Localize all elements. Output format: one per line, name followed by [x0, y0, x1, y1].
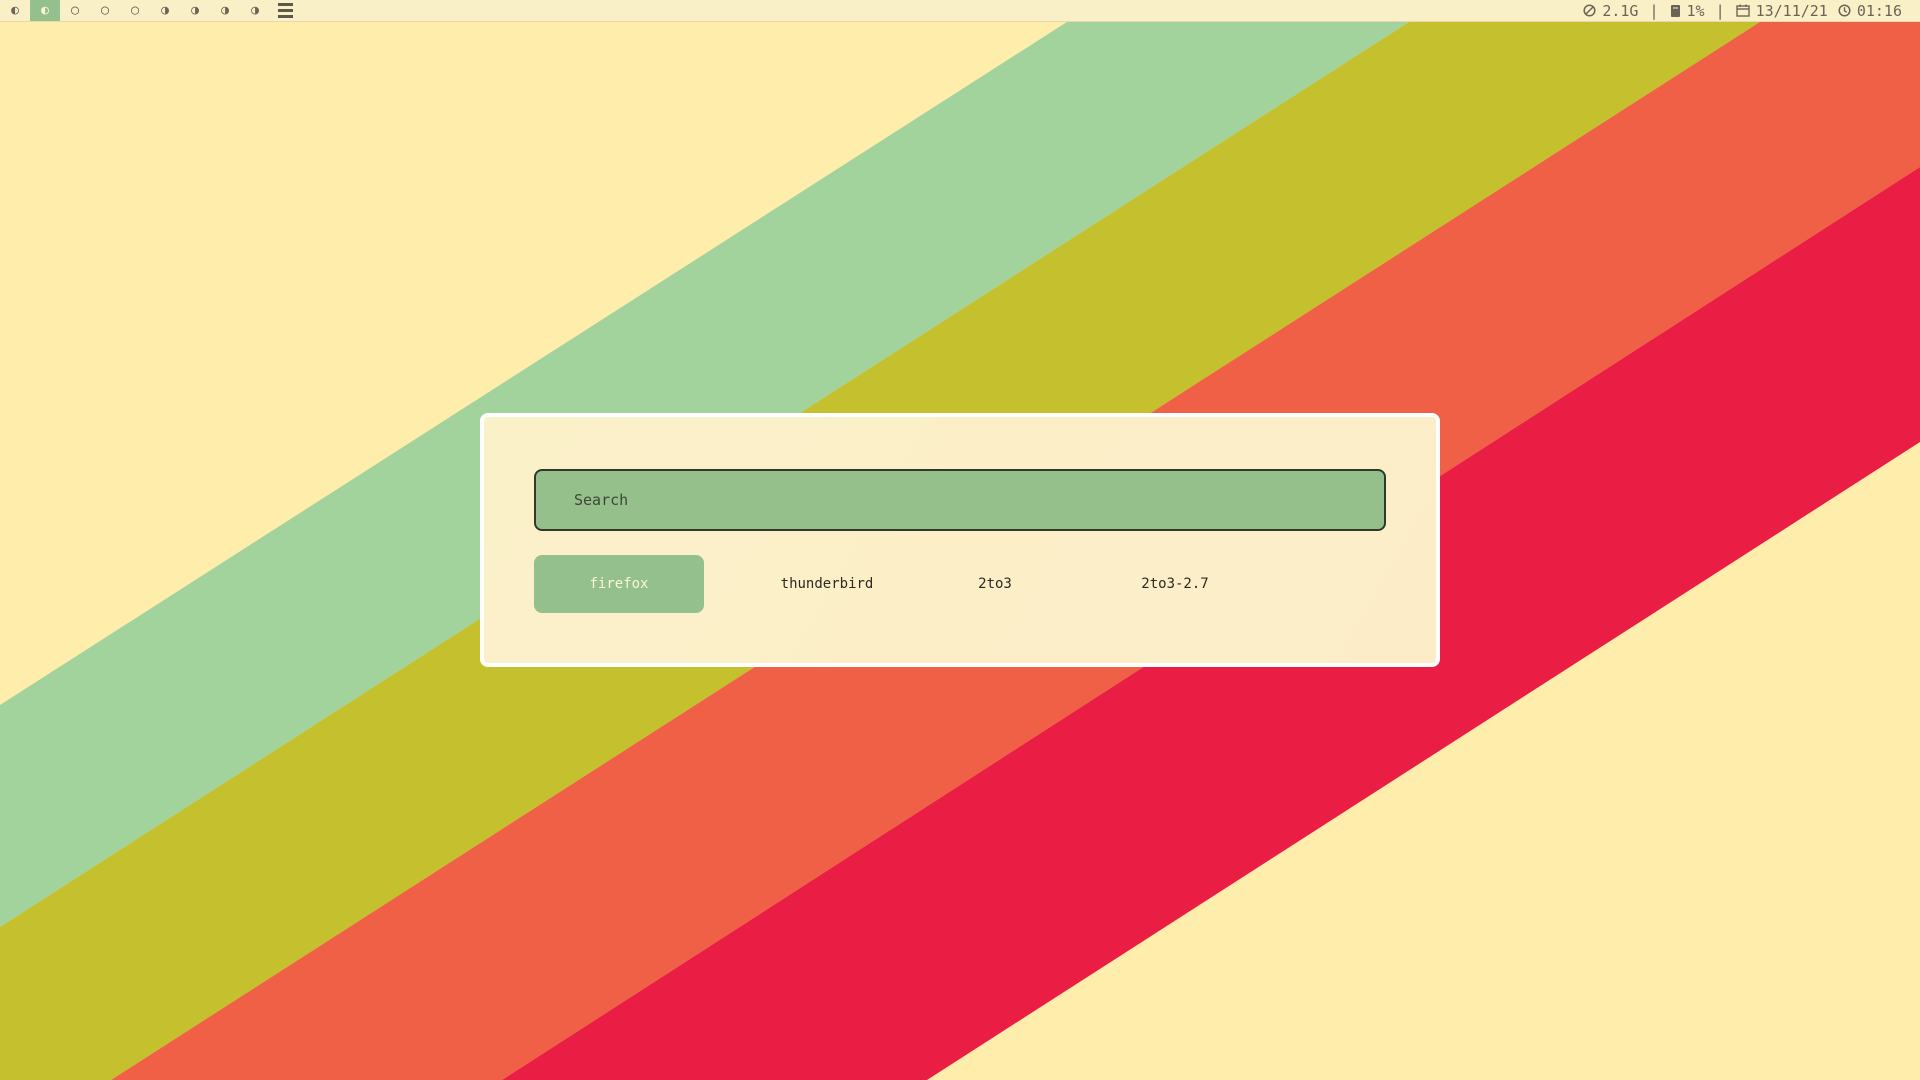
workspace-icon: ◐ — [11, 3, 19, 18]
results-list: firefox thunderbird 2to3 2to3-2.7 — [534, 555, 1260, 613]
workspace-2[interactable]: ◐ — [30, 0, 60, 21]
date-indicator: 13/11/21 — [1735, 1, 1828, 20]
workspace-icon: ◯ — [101, 3, 109, 18]
search-box[interactable] — [534, 469, 1386, 531]
workspace-3[interactable]: ◯ — [60, 0, 90, 21]
workspace-icon: ◐ — [41, 3, 49, 18]
workspace-9[interactable]: ◑ — [240, 0, 270, 21]
memory-indicator: 2.1G — [1583, 2, 1638, 20]
time-indicator: 01:16 — [1838, 2, 1902, 20]
tiled-layout-icon[interactable] — [278, 3, 293, 18]
workspace-8[interactable]: ◑ — [210, 0, 240, 21]
workspace-4[interactable]: ◯ — [90, 0, 120, 21]
workspace-list: ◐ ◐ ◯ ◯ ◯ ◑ ◑ ◑ ◑ — [0, 0, 270, 21]
workspace-icon: ◑ — [161, 3, 169, 18]
result-item-2to3[interactable]: 2to3 — [930, 555, 1060, 613]
workspace-icon: ◑ — [221, 3, 229, 18]
date-value: 13/11/21 — [1755, 1, 1828, 20]
clock-icon — [1838, 4, 1851, 17]
status-separator: | — [1649, 1, 1659, 20]
time-value: 01:16 — [1856, 1, 1902, 20]
workspace-icon: ◑ — [191, 3, 199, 18]
workspace-6[interactable]: ◑ — [150, 0, 180, 21]
status-area: 2.1G | 1% | 13/11/21 01:16 — [1583, 0, 1902, 21]
calendar-icon — [1735, 4, 1750, 17]
memory-value: 2.1G — [1602, 1, 1639, 20]
workspace-1[interactable]: ◐ — [0, 0, 30, 21]
result-item-2to3-2-7[interactable]: 2to3-2.7 — [1090, 555, 1260, 613]
search-input[interactable] — [536, 491, 1384, 509]
disk-indicator: 1% — [1670, 2, 1705, 20]
workspace-icon: ◯ — [71, 3, 79, 18]
disk-value: 1% — [1686, 1, 1705, 20]
workspace-7[interactable]: ◑ — [180, 0, 210, 21]
result-item-firefox[interactable]: firefox — [534, 555, 704, 613]
workspace-icon: ◑ — [251, 3, 259, 18]
workspace-5[interactable]: ◯ — [120, 0, 150, 21]
top-bar: ◐ ◐ ◯ ◯ ◯ ◑ ◑ ◑ ◑ 2.1G | 1% | 13/11/21 0… — [0, 0, 1920, 22]
workspace-icon: ◯ — [131, 3, 139, 18]
app-launcher: firefox thunderbird2to3 2to3-2.7 — [480, 413, 1440, 667]
result-item-thunderbird[interactable]: thunderbird — [724, 555, 930, 613]
memory-icon — [1583, 4, 1596, 17]
status-separator: | — [1715, 1, 1725, 20]
disk-icon — [1670, 4, 1681, 18]
